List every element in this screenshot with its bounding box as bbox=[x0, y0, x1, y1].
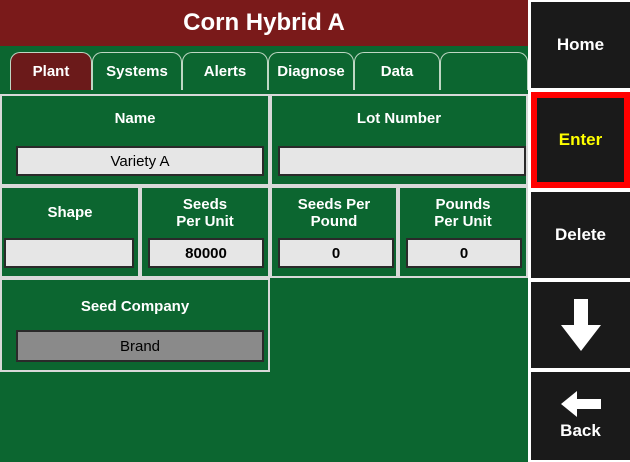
tab-data[interactable]: Data bbox=[354, 52, 440, 90]
pounds-per-unit-label: Pounds Per Unit bbox=[434, 196, 492, 230]
page-title-text: Corn Hybrid A bbox=[183, 9, 345, 36]
page-title: Corn Hybrid A bbox=[0, 0, 528, 46]
name-label: Name bbox=[114, 110, 156, 127]
tab-label: Alerts bbox=[203, 63, 247, 80]
pounds-per-unit-panel: Pounds Per Unit 0 bbox=[398, 186, 528, 278]
scroll-down-button[interactable] bbox=[531, 282, 630, 368]
tab-empty bbox=[440, 52, 528, 90]
lot-number-field[interactable] bbox=[278, 146, 526, 176]
enter-button[interactable]: Enter bbox=[531, 92, 630, 188]
main-area: Corn Hybrid A Plant Systems Alerts Diagn… bbox=[0, 0, 528, 462]
seeds-per-pound-value: 0 bbox=[331, 244, 341, 262]
delete-button-label: Delete bbox=[554, 225, 607, 244]
tab-alerts[interactable]: Alerts bbox=[182, 52, 268, 90]
delete-button[interactable]: Delete bbox=[531, 192, 630, 278]
name-value: Variety A bbox=[110, 152, 170, 170]
name-field[interactable]: Variety A bbox=[16, 146, 264, 176]
seeds-per-unit-label: Seeds Per Unit bbox=[176, 196, 234, 230]
tab-label: Data bbox=[380, 63, 414, 80]
pounds-per-unit-value: 0 bbox=[459, 244, 469, 262]
seed-company-field[interactable]: Brand bbox=[16, 330, 264, 362]
lot-number-label: Lot Number bbox=[356, 110, 442, 127]
home-button[interactable]: Home bbox=[531, 2, 630, 88]
down-arrow-icon bbox=[560, 299, 601, 351]
tab-label: Plant bbox=[32, 63, 70, 80]
seeds-per-unit-field[interactable]: 80000 bbox=[148, 238, 264, 268]
tab-systems[interactable]: Systems bbox=[92, 52, 182, 90]
home-button-label: Home bbox=[556, 35, 605, 54]
shape-panel: Shape bbox=[0, 186, 140, 278]
tab-diagnose[interactable]: Diagnose bbox=[268, 52, 354, 90]
seed-company-label: Seed Company bbox=[80, 298, 190, 315]
seeds-per-unit-value: 80000 bbox=[185, 244, 227, 262]
side-button-bar: Home Enter Delete Back bbox=[528, 0, 630, 462]
seeds-per-unit-panel: Seeds Per Unit 80000 bbox=[140, 186, 270, 278]
back-button[interactable]: Back bbox=[531, 372, 630, 460]
shape-label: Shape bbox=[47, 204, 93, 221]
tab-label: Diagnose bbox=[277, 63, 345, 80]
seed-company-panel: Seed Company Brand bbox=[0, 278, 270, 372]
enter-button-label: Enter bbox=[558, 130, 603, 149]
seeds-per-pound-field[interactable]: 0 bbox=[278, 238, 394, 268]
seeds-per-pound-panel: Seeds Per Pound 0 bbox=[270, 186, 398, 278]
name-panel: Name Variety A bbox=[0, 94, 270, 186]
pounds-per-unit-field[interactable]: 0 bbox=[406, 238, 522, 268]
tab-bar: Plant Systems Alerts Diagnose Data bbox=[0, 46, 528, 94]
back-button-label: Back bbox=[560, 421, 601, 440]
tab-label: Systems bbox=[106, 63, 168, 80]
shape-field[interactable] bbox=[4, 238, 134, 268]
seeds-per-pound-label: Seeds Per Pound bbox=[297, 196, 371, 230]
left-arrow-icon bbox=[560, 391, 601, 417]
lot-number-panel: Lot Number bbox=[270, 94, 528, 186]
seed-company-value: Brand bbox=[119, 337, 161, 355]
tab-plant[interactable]: Plant bbox=[10, 52, 92, 90]
